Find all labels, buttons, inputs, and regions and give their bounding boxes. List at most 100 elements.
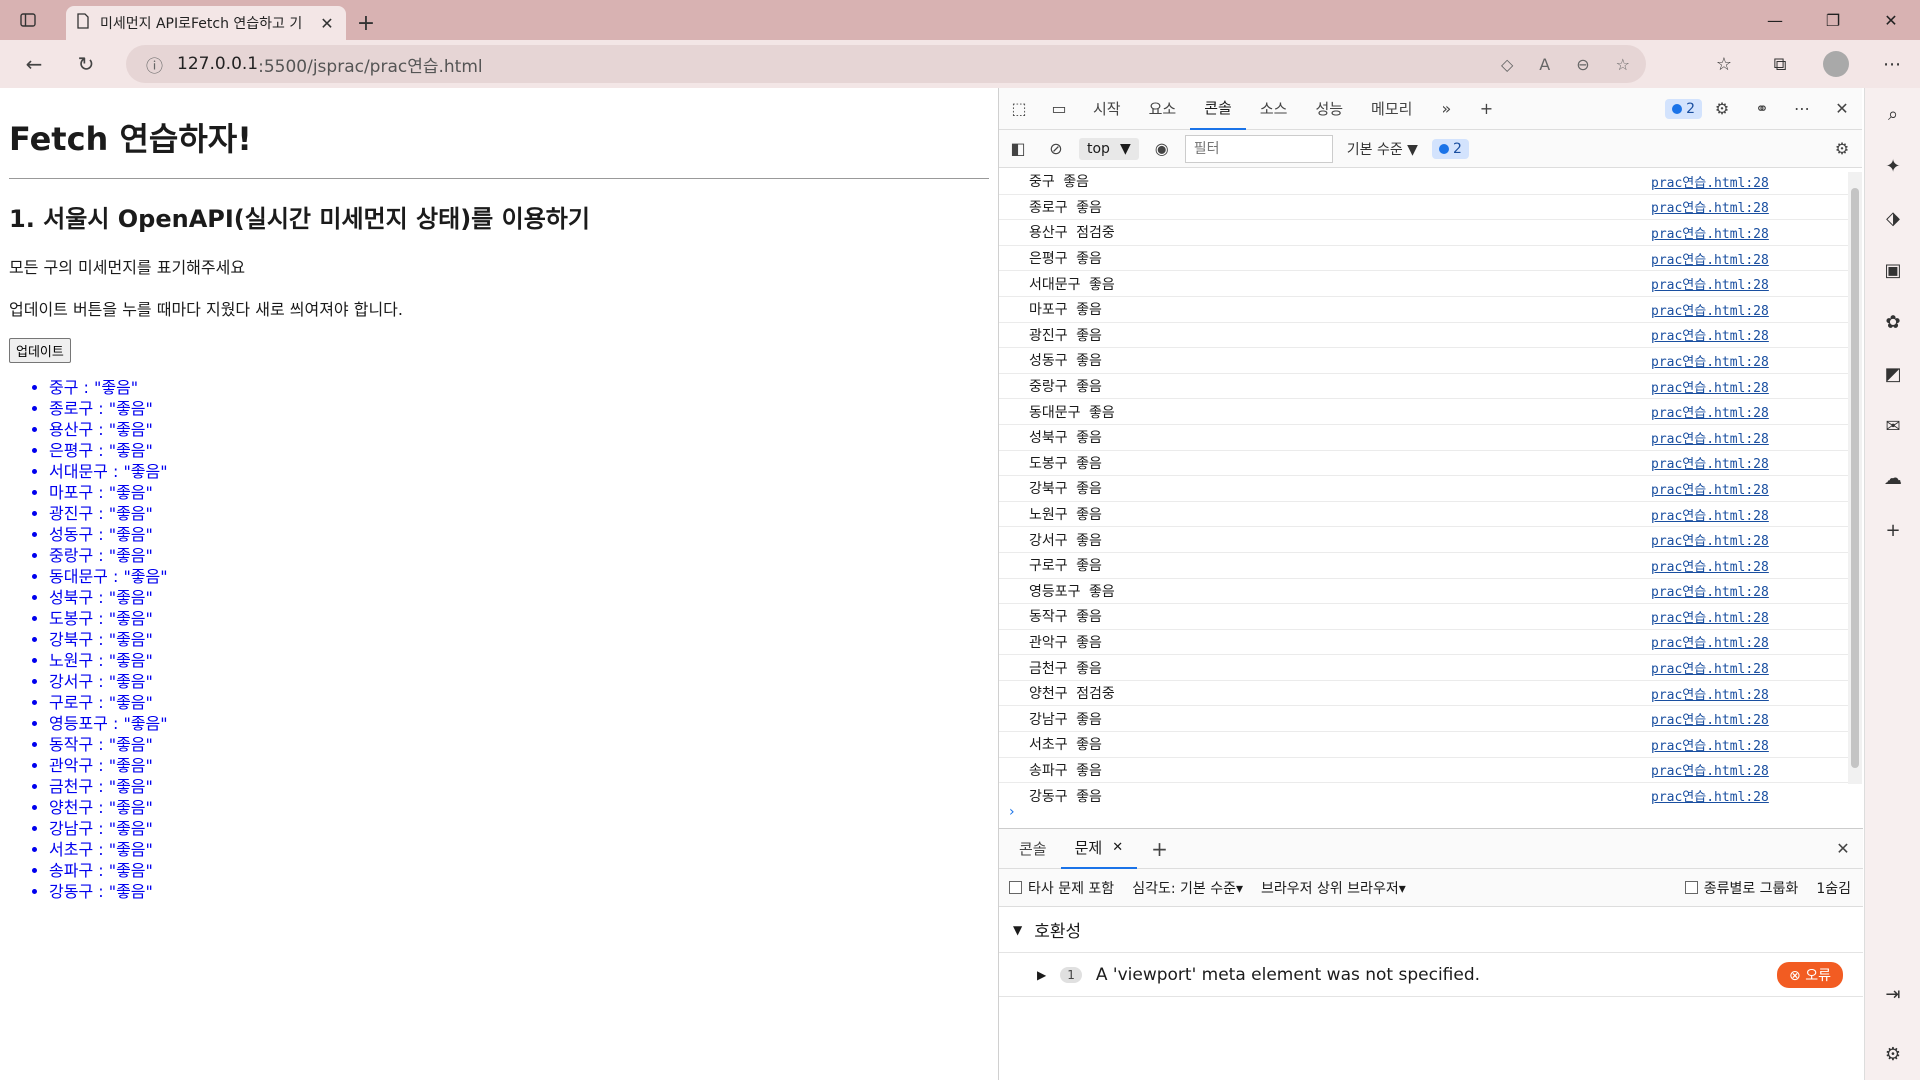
add-drawer-tab-icon[interactable]: + xyxy=(1137,829,1182,869)
console-settings-icon[interactable]: ⚙ xyxy=(1822,128,1862,170)
copilot-icon[interactable]: ✦ xyxy=(1865,140,1920,192)
settings-icon[interactable]: ⚙ xyxy=(1702,88,1742,130)
console-source-link[interactable]: prac연습.html:28 xyxy=(1651,632,1821,651)
read-aloud-icon[interactable]: A xyxy=(1539,55,1550,74)
console-message: 성북구 좋음 xyxy=(1029,430,1102,447)
minimize-icon[interactable]: — xyxy=(1746,0,1804,40)
more-tabs-icon[interactable]: » xyxy=(1426,88,1466,130)
messages-badge[interactable]: 2 xyxy=(1665,98,1702,119)
new-tab-button[interactable]: + xyxy=(346,6,386,40)
console-source-link[interactable]: prac연습.html:28 xyxy=(1651,505,1821,524)
drawer-tab-console[interactable]: 콘솔 xyxy=(999,829,1061,869)
close-drawer-icon[interactable]: ✕ xyxy=(1823,828,1863,870)
add-favorite-icon[interactable]: ☆ xyxy=(1616,55,1630,74)
devtools-tab[interactable]: 시작 xyxy=(1079,88,1135,130)
browser-tab[interactable]: 미세먼지 API로Fetch 연습하고 기 ✕ xyxy=(66,6,346,40)
tag-icon[interactable]: ◇ xyxy=(1501,55,1513,74)
devtools-tab[interactable]: 메모리 xyxy=(1357,88,1426,130)
console-source-link[interactable]: prac연습.html:28 xyxy=(1651,377,1821,396)
add-sidebar-icon[interactable]: + xyxy=(1865,504,1920,556)
hide-sidebar-icon[interactable]: ⇥ xyxy=(1865,968,1920,1020)
restore-icon[interactable]: ❐ xyxy=(1804,0,1862,40)
issues-count-badge[interactable]: 2 xyxy=(1431,138,1469,159)
refresh-icon[interactable]: ↻ xyxy=(60,44,112,84)
more-icon[interactable]: ⋯ xyxy=(1864,40,1920,88)
device-toggle-icon[interactable]: ▭ xyxy=(1039,88,1079,130)
level-select[interactable]: 기본 수준 ▼ xyxy=(1341,139,1424,159)
sidebar-settings-icon[interactable]: ⚙ xyxy=(1865,1028,1920,1080)
drawer-tab-issues[interactable]: 문제 ✕ xyxy=(1060,829,1138,869)
outlook-icon[interactable]: ✉ xyxy=(1865,400,1920,452)
devtools-tab[interactable]: 성능 xyxy=(1301,88,1357,130)
console-prompt[interactable]: › xyxy=(1009,804,1015,820)
console-source-link[interactable]: prac연습.html:28 xyxy=(1651,223,1821,242)
console-source-link[interactable]: prac연습.html:28 xyxy=(1651,453,1821,472)
console-source-link[interactable]: prac연습.html:28 xyxy=(1651,786,1821,805)
info-icon[interactable]: ⓘ xyxy=(146,52,163,77)
connect-icon[interactable]: ⚭ xyxy=(1742,88,1782,130)
console-source-link[interactable]: prac연습.html:28 xyxy=(1651,274,1821,293)
add-tool-icon[interactable]: + xyxy=(1466,88,1506,130)
close-tab-icon[interactable]: ✕ xyxy=(318,14,336,33)
eye-icon[interactable]: ◉ xyxy=(1147,128,1177,170)
third-party-checkbox[interactable]: 타사 문제 포함 xyxy=(1009,878,1114,898)
favorites-icon[interactable]: ☆ xyxy=(1696,40,1752,88)
drawer-tabs: 콘솔 문제 ✕ + ✕ xyxy=(999,829,1863,869)
group-by-kind-checkbox[interactable]: 종류별로 그룹화 xyxy=(1684,878,1798,898)
console-row: 중랑구 좋음 prac연습.html:28 xyxy=(999,374,1859,400)
console-source-link[interactable]: prac연습.html:28 xyxy=(1651,735,1821,754)
console-source-link[interactable]: prac연습.html:28 xyxy=(1651,197,1821,216)
drop-icon[interactable]: ☁ xyxy=(1865,452,1920,504)
console-source-link[interactable]: prac연습.html:28 xyxy=(1651,249,1821,268)
browser-select[interactable]: 브라우저 상위 브라우저▾ xyxy=(1261,878,1406,898)
console-scrollbar[interactable] xyxy=(1848,172,1862,784)
sidebar-toggle-icon[interactable] xyxy=(0,0,56,40)
update-button[interactable]: 업데이트 xyxy=(9,338,71,363)
severity-select[interactable]: 심각도: 기본 수준▾ xyxy=(1132,878,1243,898)
console-source-link[interactable]: prac연습.html:28 xyxy=(1651,479,1821,498)
devtools-tab[interactable]: 소스 xyxy=(1246,88,1302,130)
console-source-link[interactable]: prac연습.html:28 xyxy=(1651,402,1821,421)
profile-icon[interactable] xyxy=(1808,40,1864,88)
console-source-link[interactable]: prac연습.html:28 xyxy=(1651,581,1821,600)
games-icon[interactable]: ✿ xyxy=(1865,296,1920,348)
navigation-bar: ← ↻ ⓘ 127.0.0.1:5500/jsprac/prac연습.html … xyxy=(0,40,1920,88)
search-icon[interactable]: ⌕ xyxy=(1865,88,1920,140)
console-source-link[interactable]: prac연습.html:28 xyxy=(1651,556,1821,575)
close-devtools-icon[interactable]: ✕ xyxy=(1822,88,1862,130)
console-source-link[interactable]: prac연습.html:28 xyxy=(1651,684,1821,703)
close-window-icon[interactable]: ✕ xyxy=(1862,0,1920,40)
console-source-link[interactable]: prac연습.html:28 xyxy=(1651,300,1821,319)
filter-input[interactable] xyxy=(1184,134,1333,163)
more-options-icon[interactable]: ⋯ xyxy=(1782,88,1822,130)
console-source-link[interactable]: prac연습.html:28 xyxy=(1651,658,1821,677)
clear-console-icon[interactable]: ⊘ xyxy=(1041,128,1071,170)
district-item: 강남구 : "좋음" xyxy=(49,818,981,839)
office-icon[interactable]: ◩ xyxy=(1865,348,1920,400)
console-source-link[interactable]: prac연습.html:28 xyxy=(1651,172,1821,191)
district-item: 노원구 : "좋음" xyxy=(49,650,981,671)
address-bar[interactable]: ⓘ 127.0.0.1:5500/jsprac/prac연습.html ◇ A … xyxy=(126,45,1646,83)
devtools-tab[interactable]: 요소 xyxy=(1135,88,1191,130)
console-source-link[interactable]: prac연습.html:28 xyxy=(1651,709,1821,728)
console-source-link[interactable]: prac연습.html:28 xyxy=(1651,760,1821,779)
inspect-icon[interactable]: ⬚ xyxy=(999,88,1039,130)
zoom-icon[interactable]: ⊖ xyxy=(1576,55,1589,74)
context-select[interactable]: top ▼ xyxy=(1079,137,1139,160)
console-source-link[interactable]: prac연습.html:28 xyxy=(1651,351,1821,370)
sidebar-panel-icon[interactable]: ◧ xyxy=(1003,128,1033,170)
console-source-link[interactable]: prac연습.html:28 xyxy=(1651,607,1821,626)
collections-icon[interactable]: ⧉ xyxy=(1752,40,1808,88)
console-source-link[interactable]: prac연습.html:28 xyxy=(1651,428,1821,447)
close-icon[interactable]: ✕ xyxy=(1112,840,1123,855)
tools-icon[interactable]: ▣ xyxy=(1865,244,1920,296)
issue-row[interactable]: ▶ 1 A 'viewport' meta element was not sp… xyxy=(999,953,1863,997)
console-source-link[interactable]: prac연습.html:28 xyxy=(1651,325,1821,344)
back-icon[interactable]: ← xyxy=(8,44,60,84)
district-item: 관악구 : "좋음" xyxy=(49,755,981,776)
compatibility-section[interactable]: ▼ 호환성 xyxy=(999,907,1863,953)
console-message: 용산구 점검중 xyxy=(1029,225,1115,242)
devtools-tab[interactable]: 콘솔 xyxy=(1190,88,1246,130)
shopping-tag-icon[interactable]: ⬗ xyxy=(1865,192,1920,244)
console-source-link[interactable]: prac연습.html:28 xyxy=(1651,530,1821,549)
